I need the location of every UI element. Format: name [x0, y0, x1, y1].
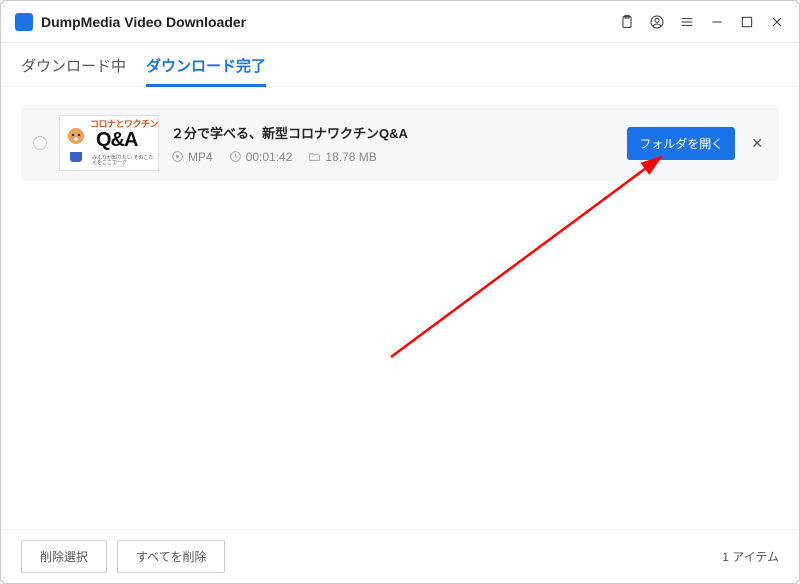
- app-window: DumpMedia Video Downloader ダウンロード中 ダウンロー…: [0, 0, 800, 584]
- maximize-icon[interactable]: [739, 14, 755, 30]
- account-icon[interactable]: [649, 14, 665, 30]
- video-thumbnail: コロナとワクチン Q&A みんなが知りたい そのこたえをここでーク: [59, 115, 159, 171]
- delete-all-button[interactable]: すべてを削除: [117, 540, 225, 573]
- size-label: 18.78 MB: [325, 150, 376, 164]
- duration-label: 00:01:42: [246, 150, 293, 164]
- thumbnail-title-text: コロナとワクチン: [90, 120, 158, 129]
- size-meta: 18.78 MB: [308, 150, 376, 164]
- video-title: ２分で学べる、新型コロナワクチンQ&A: [171, 123, 615, 142]
- tab-completed[interactable]: ダウンロード完了: [146, 55, 266, 86]
- folder-icon: [308, 150, 321, 163]
- format-label: MP4: [188, 150, 213, 164]
- format-meta: MP4: [171, 150, 213, 164]
- tab-downloading[interactable]: ダウンロード中: [21, 55, 126, 86]
- duration-meta: 00:01:42: [229, 150, 293, 164]
- item-count: 1 アイテム: [722, 548, 779, 565]
- play-icon: [171, 150, 184, 163]
- tabs: ダウンロード中 ダウンロード完了: [1, 43, 799, 87]
- menu-icon[interactable]: [679, 14, 695, 30]
- paste-url-icon[interactable]: [619, 14, 635, 30]
- window-controls: [619, 14, 785, 30]
- content-area: コロナとワクチン Q&A みんなが知りたい そのこたえをここでーク ２分で学べる…: [1, 87, 799, 529]
- download-item: コロナとワクチン Q&A みんなが知りたい そのこたえをここでーク ２分で学べる…: [21, 105, 779, 181]
- thumbnail-subtitle-text: みんなが知りたい そのこたえをここでーク: [92, 156, 158, 166]
- thumbnail-qa-text: Q&A: [96, 130, 137, 150]
- titlebar: DumpMedia Video Downloader: [1, 1, 799, 43]
- select-radio[interactable]: [33, 136, 47, 150]
- video-meta: MP4 00:01:42 18.78 MB: [171, 150, 615, 164]
- close-icon[interactable]: [769, 14, 785, 30]
- clock-icon: [229, 150, 242, 163]
- remove-item-icon[interactable]: ✕: [747, 135, 767, 152]
- app-logo-icon: [15, 13, 33, 31]
- footer: 削除選択 すべてを削除 1 アイテム: [1, 529, 799, 583]
- minimize-icon[interactable]: [709, 14, 725, 30]
- app-title: DumpMedia Video Downloader: [41, 14, 619, 30]
- item-info: ２分で学べる、新型コロナワクチンQ&A MP4 00:01:42 18.78 M…: [171, 123, 615, 164]
- delete-selected-button[interactable]: 削除選択: [21, 540, 107, 573]
- open-folder-button[interactable]: フォルダを開く: [627, 127, 735, 160]
- thumbnail-character-icon: [62, 126, 90, 166]
